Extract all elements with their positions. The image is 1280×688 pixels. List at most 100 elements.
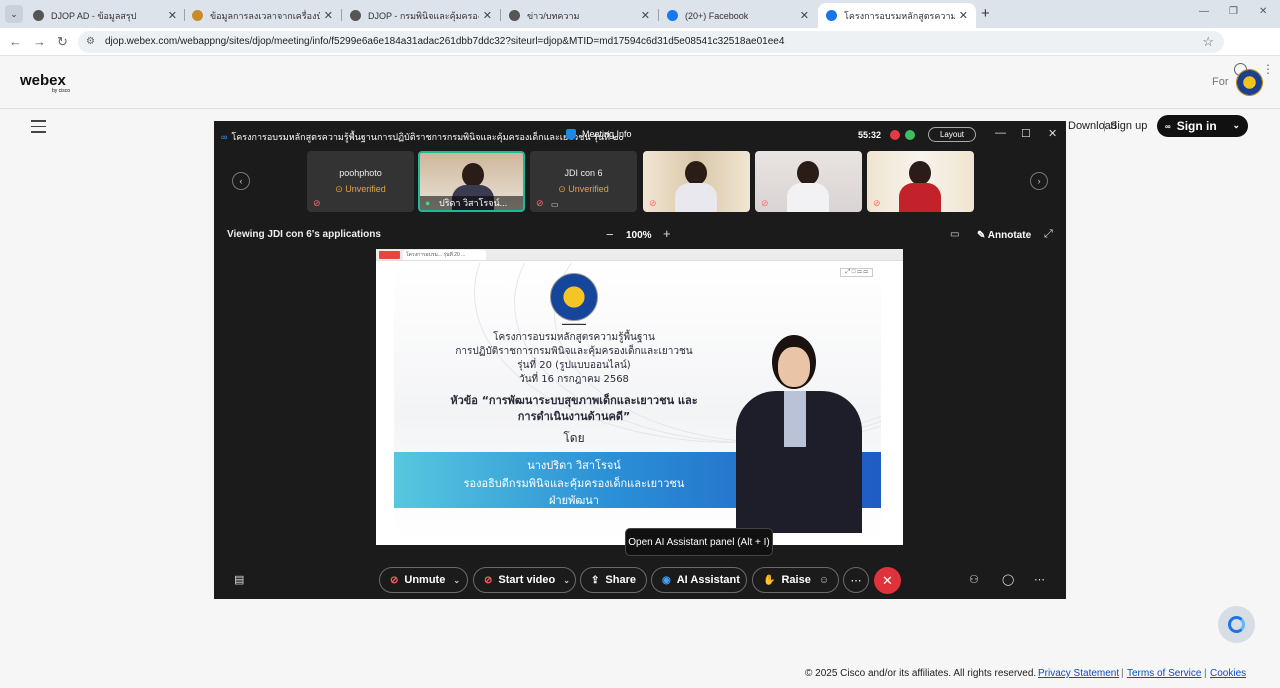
help-assistant-button[interactable]: [1218, 606, 1255, 643]
start-video-button[interactable]: ⊘ Start video ⌄: [473, 567, 576, 593]
tab-close-icon[interactable]: ✕: [168, 9, 177, 22]
participant-name-label: ● ปริดา วิสาโรจน์...: [420, 196, 523, 210]
browser-tab-facebook[interactable]: (20+) Facebook ✕: [659, 3, 817, 28]
shared-browser-tabbar: โครงการอบรม... รุ่นที่ 20 ...: [376, 249, 903, 261]
tab-label: DJOP AD - ข้อมูลสรุป: [51, 10, 137, 21]
expand-icon[interactable]: ⤢: [1044, 228, 1053, 241]
browser-tab-attendance[interactable]: ข้อมูลการลงเวลาจากเครื่องบันทึกเวลา ✕: [184, 3, 341, 28]
reload-icon[interactable]: ↻: [57, 34, 68, 50]
annotate-button[interactable]: ✎ Annotate: [977, 230, 1031, 241]
status-label: Unverified: [568, 184, 609, 194]
restore-icon[interactable]: ❐: [1229, 6, 1238, 17]
sign-in-button[interactable]: ∞ Sign in ⌄: [1157, 115, 1248, 137]
mic-on-icon: ●: [425, 198, 431, 208]
bookmark-star-icon[interactable]: ☆: [1202, 34, 1214, 50]
monitor-icon[interactable]: ▭: [950, 229, 959, 240]
chat-icon[interactable]: ◯: [1002, 573, 1014, 586]
hamburger-menu-icon[interactable]: [31, 120, 46, 137]
participant-name: poohphoto: [339, 168, 382, 178]
maximize-icon[interactable]: ☐: [1021, 127, 1031, 140]
more-options-button[interactable]: ⋯: [843, 567, 869, 593]
chevron-down-icon[interactable]: ⌄: [563, 576, 570, 585]
more-panels-icon[interactable]: ⋯: [1034, 573, 1045, 586]
slide-line: วันที่ 16 กรกฎาคม 2568: [519, 374, 629, 385]
browser-tab-news[interactable]: ข่าว/บทความ ✕: [501, 3, 658, 28]
zoom-in-icon[interactable]: +: [663, 226, 671, 241]
sign-up-link[interactable]: Sign up: [1110, 120, 1147, 132]
organization-seal-icon[interactable]: [1236, 69, 1263, 96]
header-divider: [0, 108, 1280, 109]
minimize-icon[interactable]: —: [995, 127, 1006, 139]
participant-tile[interactable]: ⊘: [755, 151, 862, 212]
close-icon[interactable]: ✕: [1259, 6, 1267, 17]
browser-tab-strip: ⌄ DJOP AD - ข้อมูลสรุป ✕ ข้อมูลการลงเวลา…: [0, 0, 1280, 28]
mic-muted-icon: ⊘: [649, 198, 657, 208]
privacy-link[interactable]: Privacy Statement: [1038, 668, 1119, 679]
slide-toolbar: ⤢ □ ▭ ▭: [840, 268, 873, 277]
tab-close-icon[interactable]: ✕: [800, 9, 809, 22]
reactions-icon[interactable]: ☺: [819, 575, 829, 586]
participant-tile-active-speaker[interactable]: ● ปริดา วิสาโรจน์...: [418, 151, 525, 212]
participant-tile[interactable]: JDI con 6 ⊙ Unverified ⊘ ▭: [530, 151, 637, 212]
captions-icon[interactable]: ▤: [234, 573, 244, 586]
browser-menu-icon[interactable]: ⋮: [1262, 62, 1274, 76]
new-tab-button[interactable]: +: [981, 5, 990, 22]
participant-tile[interactable]: ⊘: [643, 151, 750, 212]
browser-tab-webex[interactable]: โครงการอบรมหลักสูตรความรู้พื้นฐาน... ✕: [818, 3, 976, 28]
participant-name: JDI con 6: [564, 168, 603, 178]
raise-hand-button[interactable]: ✋ Raise ☺: [752, 567, 839, 593]
participant-tile[interactable]: poohphoto ⊙ Unverified ⊘: [307, 151, 414, 212]
tab-close-icon[interactable]: ✕: [959, 9, 968, 22]
meeting-info-button[interactable]: Meeting Info: [566, 129, 632, 141]
site-favicon-icon: [33, 10, 44, 21]
layout-label: Layout: [939, 130, 965, 139]
zoom-out-icon[interactable]: −: [606, 227, 614, 242]
next-participants-button[interactable]: ›: [1030, 172, 1048, 190]
slide-by: โดย: [563, 431, 585, 445]
unmute-button[interactable]: ⊘ Unmute ⌄: [379, 567, 468, 593]
for-label: For: [1212, 76, 1229, 88]
presentation-slide: ⤢ □ ▭ ▭ ▬▬▬▬▬▬ โครงการอบรมหลักสูตรความรู…: [394, 263, 881, 538]
ai-assistant-button[interactable]: ◉ AI Assistant: [651, 567, 747, 593]
presenter-face: [778, 347, 810, 387]
url-input[interactable]: ⚙ djop.webex.com/webappng/sites/djop/mee…: [78, 31, 1224, 53]
chevron-down-icon: ⌄: [1232, 120, 1240, 130]
link-divider: |: [1103, 120, 1106, 132]
webex-icon: ∞: [221, 132, 228, 142]
participant-video-body: [787, 183, 829, 212]
browser-tab-djop-ad[interactable]: DJOP AD - ข้อมูลสรุป ✕: [25, 3, 185, 28]
shared-browser-tab: โครงการอบรม... รุ่นที่ 20 ...: [403, 250, 486, 260]
share-button[interactable]: ⇪ Share: [580, 567, 647, 593]
chevron-down-icon[interactable]: ⌄: [453, 576, 460, 585]
tab-close-icon[interactable]: ✕: [641, 9, 650, 22]
close-icon[interactable]: ✕: [1048, 127, 1057, 140]
participant-tile[interactable]: ⊘: [867, 151, 974, 212]
leave-meeting-button[interactable]: ✕: [874, 567, 901, 594]
layout-button[interactable]: Layout: [928, 127, 976, 142]
participants-icon[interactable]: ⚇: [969, 573, 979, 586]
tab-label: ข่าว/บทความ: [527, 10, 580, 21]
site-favicon-icon: [192, 10, 203, 21]
tab-label: ข้อมูลการลงเวลาจากเครื่องบันทึกเวลา: [210, 10, 320, 21]
site-favicon-icon: [350, 10, 361, 21]
terms-link[interactable]: Terms of Service: [1127, 668, 1201, 679]
browser-tab-djop[interactable]: DJOP - กรมพินิจและคุ้มครองเด็กและ... ✕: [342, 3, 500, 28]
shield-icon: [566, 129, 576, 141]
ai-assistant-icon: ◉: [662, 574, 671, 586]
speaker-department: ฝ่ายพัฒนา: [549, 494, 599, 507]
prev-participants-button[interactable]: ‹: [232, 172, 250, 190]
forward-icon[interactable]: →: [33, 34, 46, 49]
copyright-text: © 2025 Cisco and/or its affiliates. All …: [805, 668, 1037, 679]
tab-label: DJOP - กรมพินิจและคุ้มครองเด็กและ...: [368, 10, 479, 21]
cookies-link[interactable]: Cookies: [1210, 668, 1246, 679]
site-info-icon[interactable]: ⚙: [86, 36, 95, 47]
logo-text: webex: [20, 72, 66, 89]
url-text: djop.webex.com/webappng/sites/djop/meeti…: [105, 36, 785, 47]
tab-close-icon[interactable]: ✕: [483, 9, 492, 22]
network-status-icon: [905, 130, 915, 140]
tab-search-button[interactable]: ⌄: [5, 5, 23, 23]
footer-divider: |: [1121, 668, 1124, 679]
minimize-icon[interactable]: —: [1199, 6, 1209, 17]
back-icon[interactable]: ←: [9, 34, 22, 49]
tab-close-icon[interactable]: ✕: [324, 9, 333, 22]
